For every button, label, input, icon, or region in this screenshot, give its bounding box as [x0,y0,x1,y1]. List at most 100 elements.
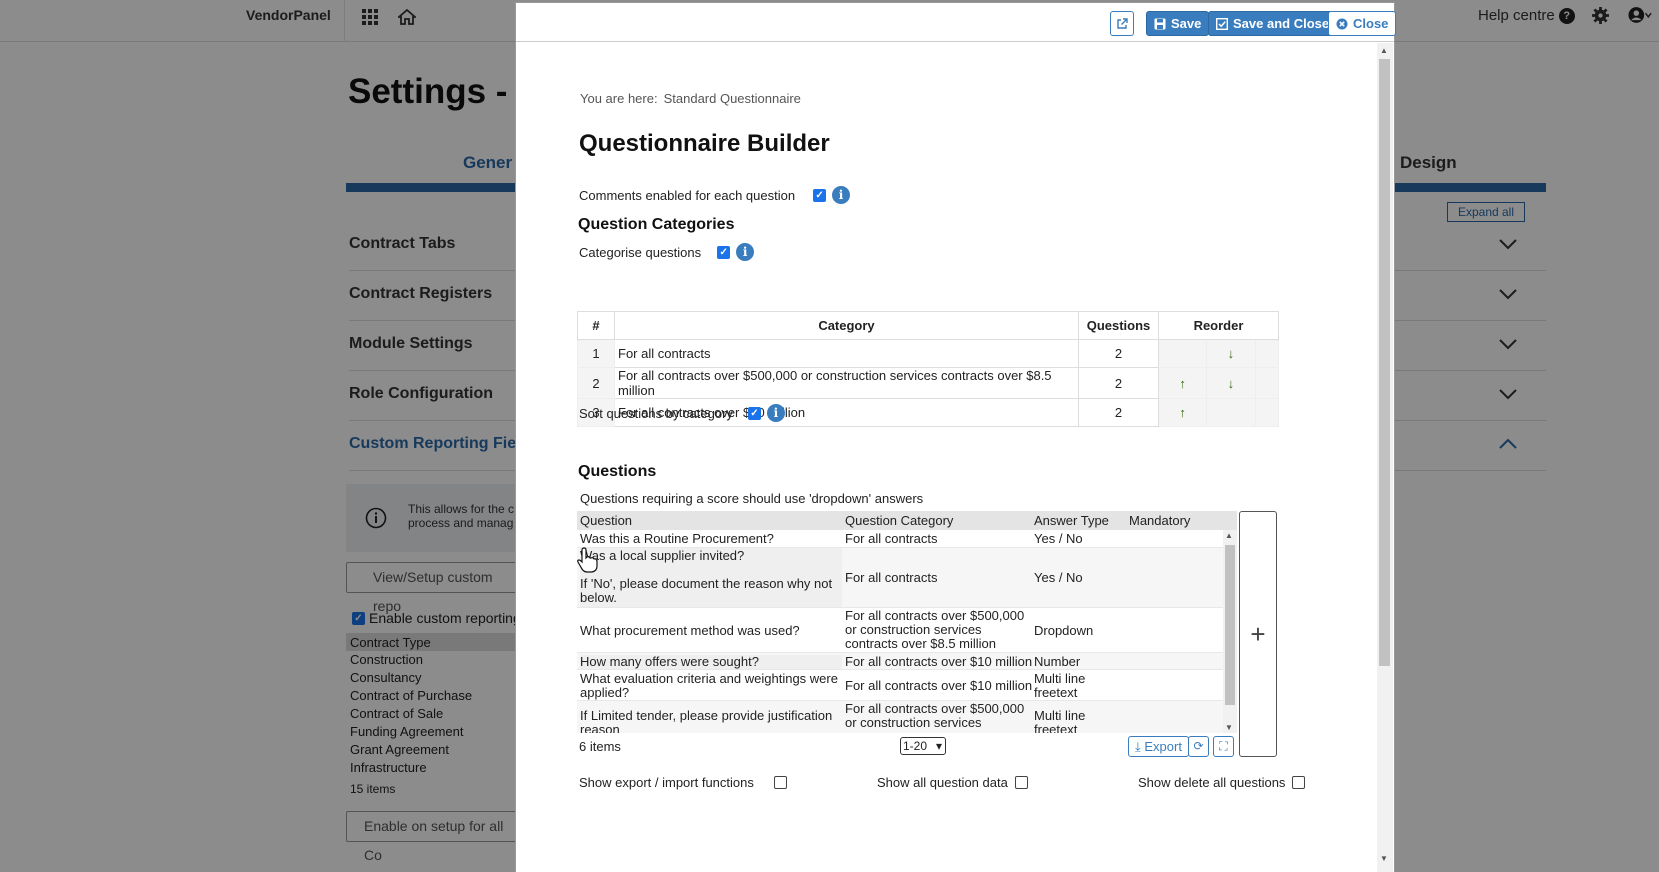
category-cell: For all contracts over $500,000 or const… [845,608,1025,651]
questions-grid: Question Question Category Answer Type M… [577,511,1237,733]
move-up-arrow-icon[interactable]: ↑ [1157,398,1208,427]
categorise-label: Categorise questions [579,244,702,260]
column-header: Questions [1078,311,1159,340]
column-header[interactable]: Question [580,513,632,528]
move-up-cell [1157,339,1208,368]
move-down-arrow-icon[interactable]: ↓ [1206,339,1256,368]
question-count: 2 [1078,367,1159,399]
table-row[interactable]: Was this a Routine Procurement? For all … [577,530,1223,548]
sort-checkbox[interactable]: ✓ [747,406,761,420]
breadcrumb-label: You are here: [580,91,658,106]
questionnaire-modal: Save Save and Close Close ▲ ▼ You are he… [515,2,1397,872]
row-number: 2 [577,367,615,399]
hand-cursor-icon [577,547,598,573]
modal-content: You are here: Standard Questionnaire Ques… [516,43,1378,872]
show-all-data-checkbox[interactable] [1014,776,1028,789]
page-size-value: 1-20 [903,739,928,753]
save-close-label: Save and Close [1233,16,1330,31]
move-up-arrow-icon[interactable]: ↑ [1157,367,1208,399]
grid-scrollbar[interactable]: ▲ ▼ [1223,530,1237,733]
question-cell: What procurement method was used? [580,623,800,638]
page-size-select[interactable]: 1-20 ▾ [900,737,946,755]
move-down-arrow-icon[interactable]: ↓ [1206,367,1256,399]
reorder-spacer [1254,398,1279,427]
table-row[interactable]: Was a local supplier invited? If 'No', p… [577,548,1223,608]
show-all-data-label: Show all question data [877,775,1008,790]
table-row[interactable]: What evaluation criteria and weightings … [577,670,1223,701]
question-cell: If Limited tender, please provide justif… [580,708,833,734]
table-row[interactable]: 2 For all contracts over $500,000 or con… [577,367,1279,399]
comments-checkbox[interactable]: ✓ [813,188,827,202]
reorder-spacer [1254,367,1279,399]
category-cell: For all contracts [845,531,938,546]
question-cell: Was a local supplier invited? If 'No', p… [580,548,842,607]
column-header[interactable]: Answer Type [1034,513,1109,528]
answer-type-cell: Yes / No [1034,570,1083,585]
save-button[interactable]: Save [1146,11,1210,36]
categorise-option: Categorise questions ✓ i [579,243,755,261]
save-label: Save [1171,16,1202,31]
close-circle-icon [1336,18,1348,29]
scrollbar-thumb[interactable] [1379,59,1390,666]
row-number: 1 [577,339,615,368]
external-link-icon [1117,17,1128,29]
sort-option: Sort questions by category ✓ i [579,404,785,422]
breadcrumb-current[interactable]: Standard Questionnaire [664,91,801,106]
info-icon[interactable]: i [832,186,851,204]
items-count: 6 items [579,739,621,754]
chevron-down-icon: ▾ [935,739,942,753]
questions-heading: Questions [578,463,657,480]
show-export-option: Show export / import functions [579,775,787,790]
column-header: # [577,311,615,340]
scroll-down-arrow-icon[interactable]: ▼ [1380,854,1388,863]
info-icon[interactable]: i [736,243,755,261]
open-new-window-button[interactable] [1110,11,1134,36]
table-row[interactable]: 1 For all contracts 2 ↓ [577,339,1279,368]
close-label: Close [1353,16,1389,31]
question-count: 2 [1078,398,1159,427]
download-icon: ⤓ [1135,739,1141,754]
move-down-cell [1206,398,1256,427]
table-row[interactable]: If Limited tender, please provide justif… [577,701,1223,733]
scroll-down-arrow-icon[interactable]: ▼ [1225,723,1233,732]
answer-type-cell: Multi line freetext [1034,671,1086,700]
breadcrumb: You are here: Standard Questionnaire [580,91,801,106]
sort-label: Sort questions by category [579,405,733,421]
column-header: Reorder [1158,311,1279,340]
show-delete-checkbox[interactable] [1292,776,1306,789]
export-label: Export [1144,739,1182,754]
refresh-icon[interactable]: ⟳ [1188,736,1209,757]
category-cell: For all contracts over $10 million [845,678,1033,693]
comments-label: Comments enabled for each question [579,187,796,203]
answer-type-cell: Multi line freetext [1034,708,1086,734]
show-delete-option: Show delete all questions [1138,775,1306,790]
category-name[interactable]: For all contracts [614,339,1079,368]
show-delete-label: Show delete all questions [1138,775,1286,790]
export-button[interactable]: ⤓ Export [1128,736,1189,757]
close-button[interactable]: Close [1328,11,1397,36]
answer-type-cell: Yes / No [1034,531,1083,546]
category-cell: For all contracts over $10 million [845,654,1033,669]
column-header[interactable]: Mandatory [1129,513,1190,528]
answer-type-cell: Number [1034,654,1081,669]
table-row[interactable]: How many offers were sought? For all con… [577,653,1223,670]
category-cell: For all contracts [845,570,938,585]
column-header[interactable]: Question Category [845,513,953,528]
question-cell: How many offers were sought? [580,655,842,669]
category-name[interactable]: For all contracts over $500,000 or const… [614,367,1079,399]
scrollbar-thumb[interactable] [1225,545,1235,705]
reorder-spacer [1254,339,1279,368]
scroll-up-arrow-icon[interactable]: ▲ [1380,46,1388,55]
categories-heading: Question Categories [578,216,735,233]
scroll-up-arrow-icon[interactable]: ▲ [1225,531,1233,540]
check-square-icon [1216,17,1228,30]
save-and-close-button[interactable]: Save and Close [1208,11,1338,36]
info-icon[interactable]: i [766,404,785,422]
save-icon [1154,18,1166,29]
add-question-button[interactable]: + [1239,511,1277,757]
modal-scrollbar[interactable]: ▲ ▼ [1377,43,1393,872]
table-row[interactable]: What procurement method was used? For al… [577,608,1223,653]
fullscreen-icon[interactable]: ⛶ [1213,736,1234,757]
show-export-checkbox[interactable] [773,776,787,789]
categorise-checkbox[interactable]: ✓ [717,245,731,259]
